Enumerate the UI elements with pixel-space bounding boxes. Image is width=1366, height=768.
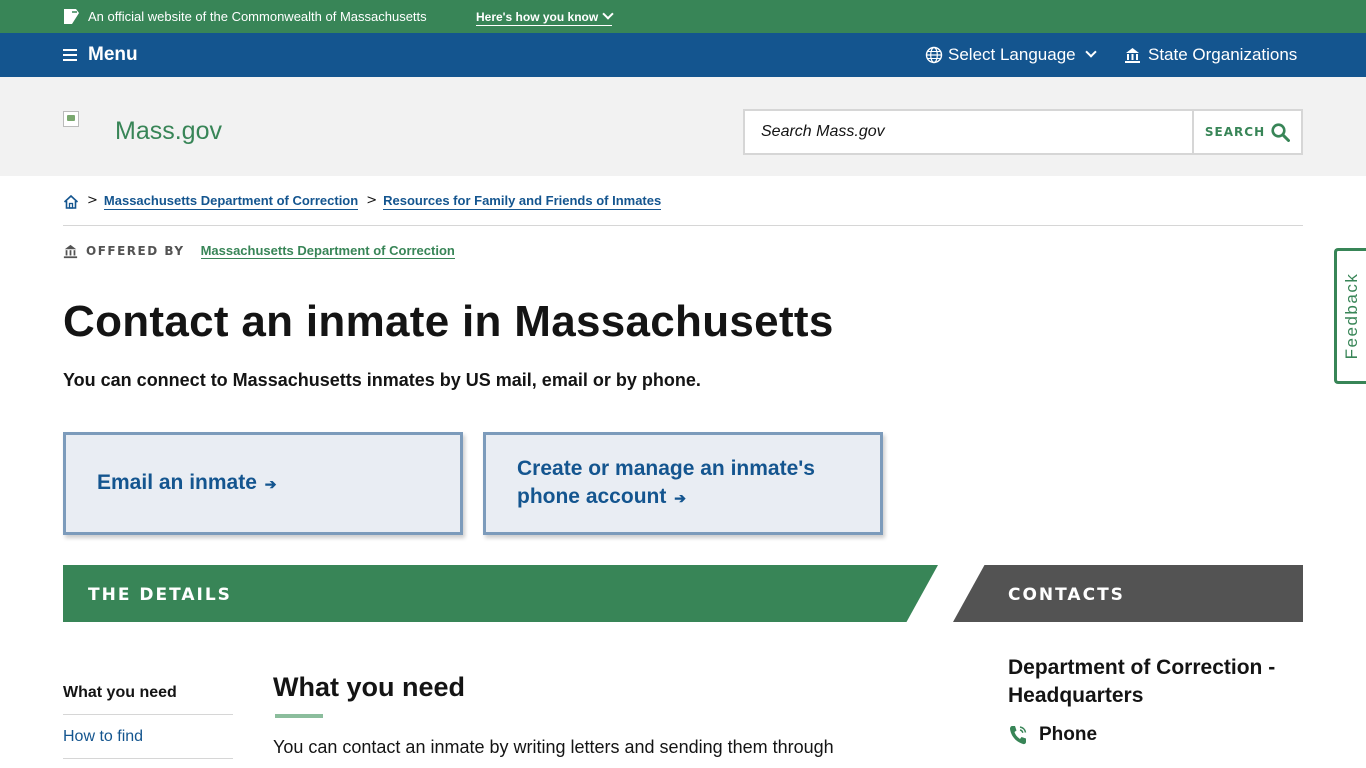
contact-phone-label: Phone <box>1039 724 1098 745</box>
breadcrumb-separator: > <box>87 193 98 208</box>
search-form: SEARCH <box>743 109 1303 155</box>
search-button[interactable]: SEARCH <box>1192 111 1301 153</box>
page-lede: You can connect to Massachusetts inmates… <box>63 370 701 390</box>
arrow-right-icon: ➔ <box>260 476 277 492</box>
contact-phone-heading: Phone <box>1008 724 1097 746</box>
globe-icon <box>925 46 943 64</box>
card-label: Create or manage an inmate's phone accou… <box>517 457 815 508</box>
details-heading: THE DETAILS <box>88 585 232 605</box>
building-icon <box>63 244 78 258</box>
feedback-tab[interactable]: Feedback <box>1334 248 1366 384</box>
breadcrumb: > Massachusetts Department of Correction… <box>63 193 1303 226</box>
email-inmate-card[interactable]: Email an inmate ➔ <box>63 432 463 535</box>
toc-item-what-you-need[interactable]: What you need <box>63 671 233 715</box>
section-divider <box>275 714 323 718</box>
feedback-label: Feedback <box>1341 272 1361 360</box>
menu-label: Menu <box>88 44 138 65</box>
offered-by: OFFERED BY Massachusetts Department of C… <box>63 243 455 259</box>
contacts-heading: CONTACTS <box>1008 585 1125 605</box>
site-header: Mass.gov SEARCH <box>0 77 1366 176</box>
menu-button[interactable]: Menu <box>63 44 138 65</box>
home-icon[interactable] <box>63 194 79 210</box>
mass-gov-logo[interactable] <box>63 111 79 127</box>
breadcrumb-separator: > <box>366 193 378 208</box>
search-button-label: SEARCH <box>1204 125 1266 139</box>
contacts-section-header: CONTACTS <box>953 565 1303 622</box>
breadcrumb-link[interactable]: Massachusetts Department of Correction <box>103 193 359 210</box>
offered-by-org-link[interactable]: Massachusetts Department of Correction <box>200 243 455 259</box>
nav-bar: Menu Select Language State Organizations <box>0 33 1366 77</box>
table-of-contents: What you need How to find <box>63 671 233 759</box>
official-banner: An official website of the Commonwealth … <box>0 0 1366 33</box>
hamburger-icon <box>63 49 77 61</box>
chevron-down-icon <box>602 8 614 20</box>
search-input[interactable] <box>745 111 1192 153</box>
building-icon <box>1125 47 1140 63</box>
chevron-down-icon <box>1084 46 1097 58</box>
language-label: Select Language <box>948 45 1076 64</box>
toc-item-how-to-find[interactable]: How to find <box>63 715 233 759</box>
site-name-link[interactable]: Mass.gov <box>115 117 222 146</box>
search-icon <box>1271 122 1291 142</box>
details-section-header: THE DETAILS <box>63 565 938 622</box>
phone-account-card[interactable]: Create or manage an inmate's phone accou… <box>483 432 883 535</box>
contact-org-name: Department of Correction - Headquarters <box>1008 656 1276 707</box>
how-you-know-link[interactable]: Here's how you know <box>476 8 614 26</box>
seal-icon <box>64 9 79 24</box>
breadcrumb-link[interactable]: Resources for Family and Friends of Inma… <box>383 193 662 210</box>
how-you-know-label: Here's how you know <box>476 10 599 24</box>
official-text: An official website of the Commonwealth … <box>88 9 427 24</box>
section-body: You can contact an inmate by writing let… <box>273 737 834 757</box>
state-organizations-label: State Organizations <box>1148 45 1298 64</box>
section-title: What you need <box>273 672 466 702</box>
card-label: Email an inmate ➔ <box>97 471 277 494</box>
arrow-right-icon: ➔ <box>670 490 686 506</box>
page-title: Contact an inmate in Massachusetts <box>63 297 834 346</box>
offered-by-label: OFFERED BY <box>86 244 185 258</box>
language-selector[interactable]: Select Language <box>925 45 1097 65</box>
phone-icon <box>1010 726 1027 745</box>
state-organizations-button[interactable]: State Organizations <box>1124 45 1297 65</box>
